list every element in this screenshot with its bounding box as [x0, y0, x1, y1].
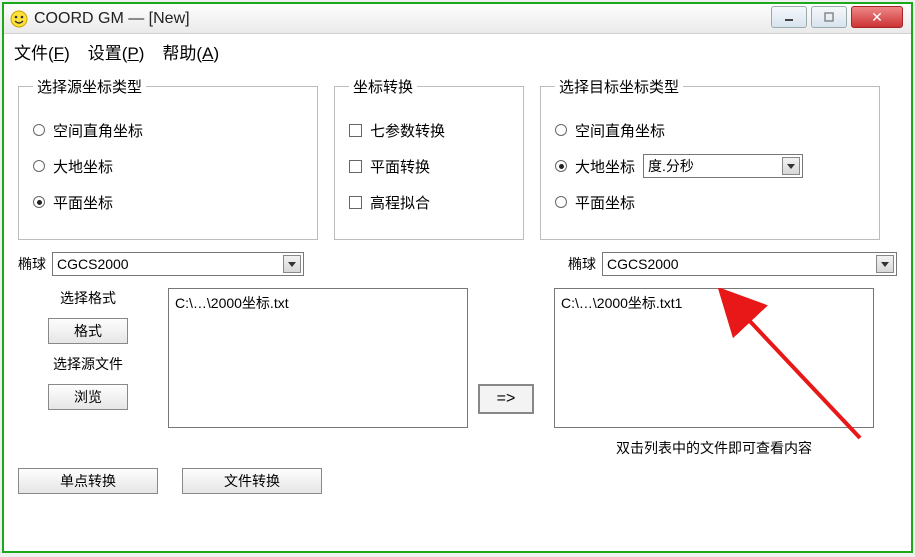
menu-settings[interactable]: 设置(P): [88, 39, 145, 64]
source-file-label: 选择源文件: [18, 354, 158, 374]
format-label: 选择格式: [18, 288, 158, 308]
target-opt-plane[interactable]: 平面坐标: [555, 189, 865, 215]
transform-legend: 坐标转换: [349, 76, 417, 97]
target-opt-geodetic[interactable]: 大地坐标 度.分秒: [555, 153, 865, 179]
option-label: 空间直角坐标: [53, 120, 143, 141]
target-opt-spatial[interactable]: 空间直角坐标: [555, 117, 865, 143]
target-coord-group: 选择目标坐标类型 空间直角坐标 大地坐标 度.分秒 平面坐标: [540, 76, 880, 240]
option-label: 高程拟合: [370, 192, 430, 213]
source-ellipsoid-label: 椭球: [18, 254, 46, 274]
option-label: 七参数转换: [370, 120, 445, 141]
radio-icon: [33, 196, 45, 208]
list-item[interactable]: C:\…\2000坐标.txt: [175, 293, 461, 313]
chk-seven-param[interactable]: 七参数转换: [349, 117, 509, 143]
single-convert-button[interactable]: 单点转换: [18, 468, 158, 494]
list-item[interactable]: C:\…\2000坐标.txt1: [561, 293, 867, 313]
convert-arrow-button[interactable]: =>: [478, 384, 534, 414]
source-opt-geodetic[interactable]: 大地坐标: [33, 153, 303, 179]
source-ellipsoid-select[interactable]: CGCS2000: [52, 252, 304, 276]
menu-help[interactable]: 帮助(A): [162, 39, 219, 64]
radio-icon: [33, 160, 45, 172]
option-label: 平面坐标: [53, 192, 113, 213]
format-button[interactable]: 格式: [48, 318, 128, 344]
titlebar: COORD GM — [New] ✕: [4, 4, 911, 34]
radio-icon: [555, 124, 567, 136]
source-coord-group: 选择源坐标类型 空间直角坐标 大地坐标 平面坐标: [18, 76, 318, 240]
option-label: 大地坐标: [53, 156, 113, 177]
select-value: CGCS2000: [57, 256, 129, 272]
select-value: CGCS2000: [607, 256, 679, 272]
target-file-list[interactable]: C:\…\2000坐标.txt1: [554, 288, 874, 428]
browse-button[interactable]: 浏览: [48, 384, 128, 410]
maximize-button[interactable]: [811, 6, 847, 28]
option-label: 大地坐标: [575, 156, 635, 177]
option-label: 空间直角坐标: [575, 120, 665, 141]
source-opt-spatial[interactable]: 空间直角坐标: [33, 117, 303, 143]
option-label: 平面转换: [370, 156, 430, 177]
chk-plane[interactable]: 平面转换: [349, 153, 509, 179]
target-ellipsoid-select[interactable]: CGCS2000: [602, 252, 897, 276]
target-coord-legend: 选择目标坐标类型: [555, 76, 683, 97]
checkbox-icon: [349, 160, 362, 173]
select-value: 度.分秒: [648, 156, 694, 176]
source-opt-plane[interactable]: 平面坐标: [33, 189, 303, 215]
option-label: 平面坐标: [575, 192, 635, 213]
file-convert-button[interactable]: 文件转换: [182, 468, 322, 494]
radio-icon: [33, 124, 45, 136]
chevron-down-icon: [876, 255, 894, 273]
source-coord-legend: 选择源坐标类型: [33, 76, 146, 97]
target-ellipsoid-label: 椭球: [568, 254, 596, 274]
checkbox-icon: [349, 196, 362, 209]
hint-text: 双击列表中的文件即可查看内容: [554, 438, 874, 458]
menubar: 文件(F) 设置(P) 帮助(A): [4, 34, 911, 68]
checkbox-icon: [349, 124, 362, 137]
transform-group: 坐标转换 七参数转换 平面转换 高程拟合: [334, 76, 524, 240]
menu-file[interactable]: 文件(F): [14, 39, 70, 64]
window-title: COORD GM — [New]: [34, 10, 190, 28]
minimize-button[interactable]: [771, 6, 807, 28]
close-button[interactable]: ✕: [851, 6, 903, 28]
radio-icon: [555, 160, 567, 172]
source-file-list[interactable]: C:\…\2000坐标.txt: [168, 288, 468, 428]
chevron-down-icon: [782, 157, 800, 175]
chk-elevation[interactable]: 高程拟合: [349, 189, 509, 215]
radio-icon: [555, 196, 567, 208]
target-format-select[interactable]: 度.分秒: [643, 154, 803, 178]
app-icon: [10, 10, 28, 28]
chevron-down-icon: [283, 255, 301, 273]
